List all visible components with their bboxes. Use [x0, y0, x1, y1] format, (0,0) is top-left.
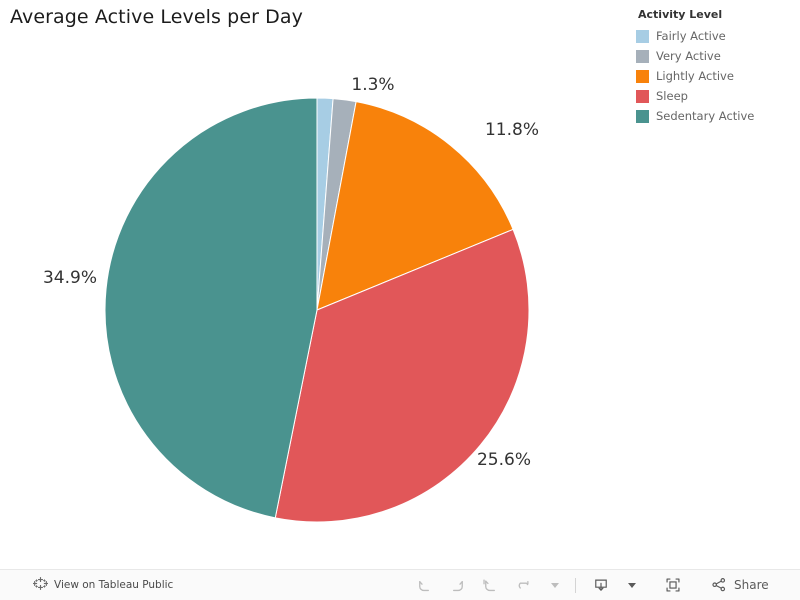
legend-item-label: Fairly Active	[656, 29, 726, 43]
redo-icon	[453, 580, 463, 591]
view-on-tableau-public-button[interactable]: View on Tableau Public	[32, 576, 174, 595]
tableau-logo-icon	[32, 576, 49, 595]
pie-label-group: 1.3% 11.8% 25.6% 34.9%	[43, 75, 539, 470]
slice-label-very-active: 1.3%	[351, 75, 394, 95]
bottom-toolbar: View on Tableau Public Share	[0, 569, 800, 600]
legend-swatch-icon	[636, 49, 649, 63]
legend-swatch-icon	[636, 109, 649, 123]
page-title: Average Active Levels per Day	[10, 6, 303, 28]
legend-item-very-active[interactable]: Very Active	[636, 46, 796, 66]
refresh-icon	[518, 580, 529, 589]
legend-item-label: Very Active	[656, 49, 721, 63]
chevron-down-icon	[628, 582, 636, 588]
share-icon	[712, 578, 726, 592]
slice-label-sleep: 25.6%	[477, 450, 531, 470]
fullscreen-button[interactable]	[657, 572, 689, 598]
refresh-button[interactable]	[507, 572, 540, 598]
download-dropdown-button[interactable]	[617, 572, 643, 598]
legend-swatch-icon	[636, 29, 649, 43]
pie-slice[interactable]	[274, 228, 530, 523]
pie-slice[interactable]	[316, 97, 334, 311]
legend-swatch-icon	[636, 69, 649, 83]
legend-item-label: Sleep	[656, 89, 688, 103]
legend-item-fairly-active[interactable]: Fairly Active	[636, 26, 796, 46]
fullscreen-icon	[666, 578, 680, 592]
revert-icon	[483, 579, 495, 591]
redo-button[interactable]	[441, 572, 474, 598]
tableau-viz-container: Average Active Levels per Day Activity L…	[0, 0, 800, 600]
legend-title: Activity Level	[638, 8, 723, 21]
refresh-dropdown-button[interactable]	[540, 572, 566, 598]
legend-item-sleep[interactable]: Sleep	[636, 86, 796, 106]
toolbar-actions: Share	[408, 570, 776, 600]
download-button[interactable]	[585, 572, 617, 598]
legend-item-label: Lightly Active	[656, 69, 734, 83]
toolbar-divider	[575, 577, 576, 593]
legend-swatch-icon	[636, 89, 649, 103]
legend-item-label: Sedentary Active	[656, 109, 755, 123]
view-on-tableau-public-label: View on Tableau Public	[54, 579, 174, 591]
pie-slice-group[interactable]	[104, 97, 530, 523]
undo-button[interactable]	[408, 572, 441, 598]
pie-slice[interactable]	[316, 98, 357, 311]
chevron-down-icon	[551, 582, 559, 588]
pie-slice[interactable]	[316, 101, 514, 311]
pie-slice[interactable]	[104, 97, 318, 519]
share-label: Share	[734, 578, 769, 592]
slice-label-lightly-active: 11.8%	[485, 120, 539, 140]
share-button[interactable]: Share	[703, 572, 776, 598]
revert-button[interactable]	[474, 572, 507, 598]
legend-item-lightly-active[interactable]: Lightly Active	[636, 66, 796, 86]
legend: Activity Level Fairly Active Very Active…	[636, 8, 796, 126]
download-icon	[595, 579, 607, 591]
legend-item-sedentary-active[interactable]: Sedentary Active	[636, 106, 796, 126]
undo-icon	[419, 580, 429, 591]
slice-label-sedentary-active: 34.9%	[43, 268, 97, 288]
